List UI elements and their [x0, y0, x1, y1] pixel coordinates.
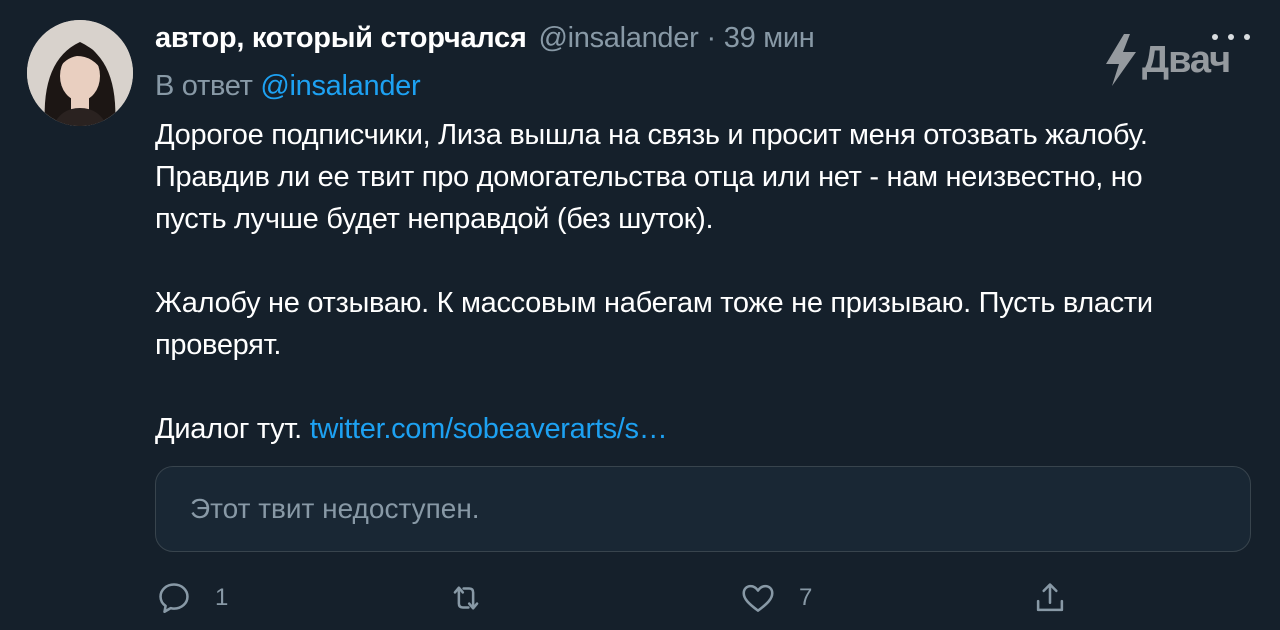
share-icon — [1036, 583, 1064, 612]
avatar[interactable] — [27, 20, 133, 126]
like-button[interactable]: 7 — [739, 573, 812, 623]
avatar-image — [27, 20, 133, 126]
more-options-button[interactable] — [1212, 27, 1250, 47]
more-dot — [1228, 34, 1234, 40]
like-count: 7 — [799, 584, 813, 611]
timestamp[interactable]: 39 мин — [724, 22, 815, 55]
reply-to-line: В ответ @insalander — [155, 70, 421, 103]
more-dot — [1244, 34, 1250, 40]
tweet-paragraph: Жалобу не отзываю. К массовым набегам то… — [155, 287, 1153, 361]
tweet: автор, который сторчался @insalander · 3… — [0, 0, 1280, 630]
more-dot — [1212, 34, 1218, 40]
tweet-paragraph: Дорогое подписчики, Лиза вышла на связь … — [155, 119, 1148, 235]
reply-prefix: В ответ — [155, 70, 253, 102]
tweet-text: Дорогое подписчики, Лиза вышла на связь … — [155, 114, 1215, 450]
reply-handle-link[interactable]: @insalander — [260, 70, 420, 102]
quoted-tweet-unavailable[interactable]: Этот твит недоступен. — [155, 466, 1251, 552]
user-handle[interactable]: @insalander — [538, 22, 698, 55]
tweet-paragraph-last: Диалог тут. twitter.com/sobeaverarts/s… — [155, 408, 1215, 450]
reply-count: 1 — [215, 584, 229, 611]
retweet-button[interactable] — [447, 573, 507, 623]
heart-icon — [742, 584, 774, 612]
action-bar: 1 7 — [155, 573, 1255, 623]
display-name[interactable]: автор, который сторчался — [155, 22, 527, 55]
tweet-header: автор, который сторчался @insalander · 3… — [155, 22, 815, 62]
lightning-icon — [1106, 34, 1136, 86]
retweet-icon — [453, 586, 479, 610]
share-button[interactable] — [1031, 573, 1069, 623]
reply-button[interactable]: 1 — [155, 573, 228, 623]
unavailable-text: Этот твит недоступен. — [190, 493, 480, 524]
dialog-prefix: Диалог тут. — [155, 413, 302, 445]
separator-dot: · — [706, 22, 716, 54]
reply-icon — [159, 583, 189, 614]
tweet-link[interactable]: twitter.com/sobeaverarts/s… — [310, 413, 668, 445]
